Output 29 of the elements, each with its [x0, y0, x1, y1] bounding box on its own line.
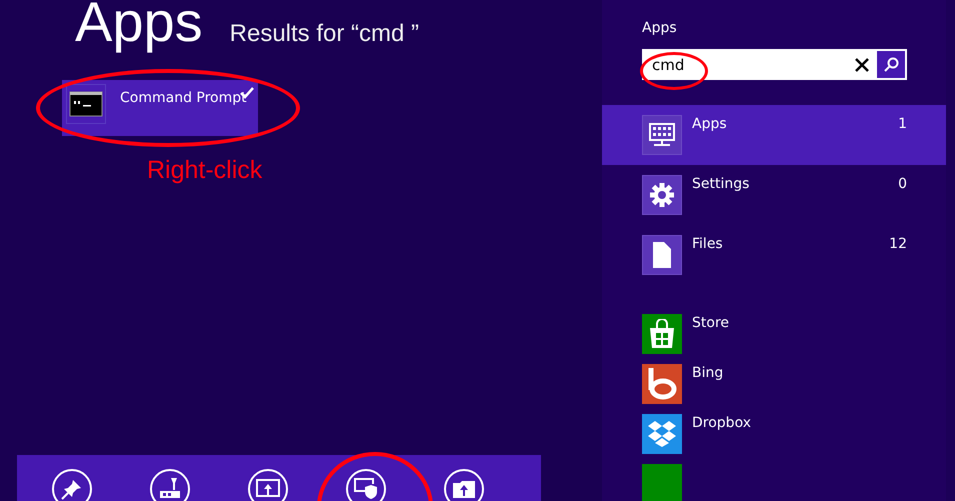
app-name[interactable]: Bing: [692, 365, 724, 404]
results-subtitle: Results for “cmd ”: [230, 20, 420, 48]
monitor-keyboard-icon: [649, 123, 675, 147]
folder-upload-button[interactable]: [444, 469, 484, 501]
pin-icon: [61, 478, 83, 500]
gear-icon: [649, 182, 675, 208]
search-category[interactable]: Apps 1: [602, 105, 946, 165]
console-icon: [69, 91, 103, 117]
highlight-ellipse: [640, 52, 708, 90]
search-icon: [883, 56, 899, 72]
shopping-bag-icon: [648, 319, 676, 349]
search-category[interactable]: Settings 0: [602, 165, 946, 225]
document-icon: [653, 242, 671, 268]
close-icon[interactable]: [854, 56, 870, 72]
app-name[interactable]: Store: [692, 315, 730, 354]
search-category[interactable]: Files 12: [602, 225, 946, 285]
search-field[interactable]: cmd: [642, 49, 907, 80]
app-result-tile[interactable]: Command Prompt: [62, 80, 258, 136]
annotation-text: Right-click: [147, 156, 262, 185]
pin-to-taskbar-button[interactable]: [150, 469, 190, 501]
pin-button[interactable]: [52, 469, 92, 501]
open-box-icon: [647, 420, 677, 448]
window-upload-button[interactable]: [248, 469, 288, 501]
app-name[interactable]: Dropbox: [692, 415, 751, 454]
window-shield-icon: [354, 478, 378, 500]
window-shield-button[interactable]: [346, 469, 386, 501]
window-upload-icon: [256, 479, 280, 499]
panel-title: Apps: [642, 20, 678, 36]
search-button[interactable]: [877, 51, 905, 78]
